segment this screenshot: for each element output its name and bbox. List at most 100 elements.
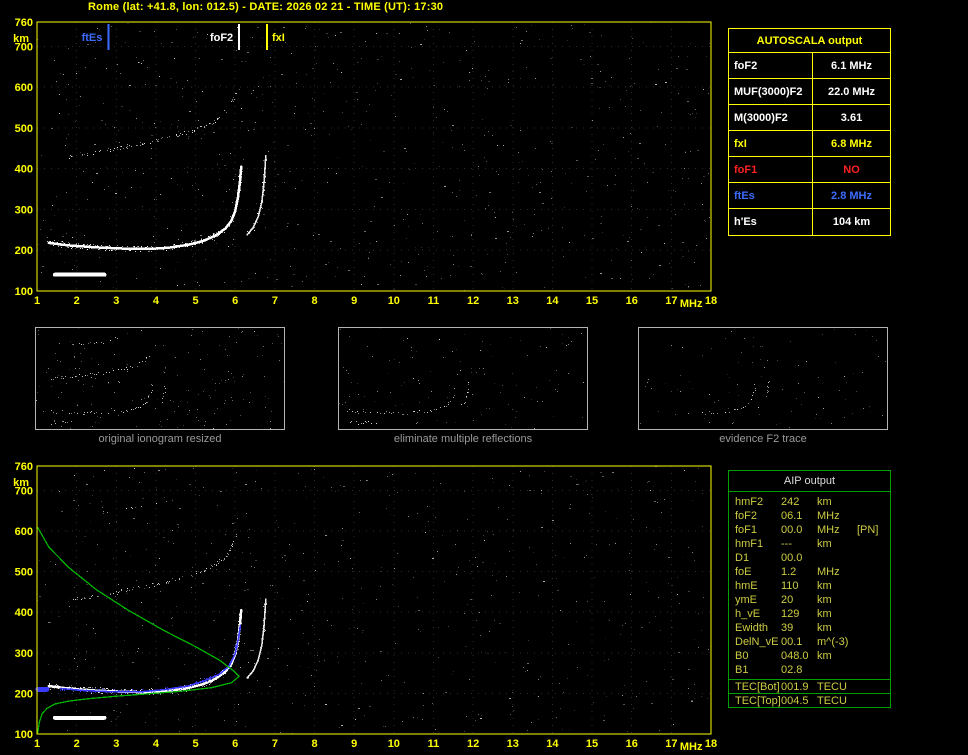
aip-cell-val: 20 xyxy=(781,594,794,606)
x-tick-label: 6 xyxy=(232,295,238,307)
autoscala-param-value: 6.1 MHz xyxy=(831,60,872,72)
autoscala-param-value: 2.8 MHz xyxy=(831,190,872,202)
autoscala-table-title: AUTOSCALA output xyxy=(729,29,890,53)
aip-cell-extra xyxy=(857,635,890,649)
x-tick-label: 16 xyxy=(626,738,638,750)
aip-cell-extra xyxy=(857,593,890,607)
x-tick-label: 4 xyxy=(153,295,160,307)
aip-cell-unit: km xyxy=(817,580,832,592)
marker-ftEs-label: ftEs xyxy=(82,32,103,44)
autoscala-table-rows: foF2 6.1 MHz MUF(3000)F2 22.0 MHz M(3000)F2 3… xyxy=(729,53,890,235)
aip-cell-label: TEC[Top] xyxy=(735,695,781,707)
x-tick-label: 1 xyxy=(34,295,40,307)
aip-cell-extra: [PN] xyxy=(857,524,879,536)
aip-cell-val: 02.8 xyxy=(781,664,803,676)
aip-cell-unit: km xyxy=(817,538,832,550)
autoscala-row-fxI: fxI 6.8 MHz xyxy=(729,131,890,157)
x-tick-label: 14 xyxy=(546,738,559,750)
aip-cell-label: ymE xyxy=(735,594,757,606)
autoscala-param-label: M(3000)F2 xyxy=(729,105,813,130)
x-tick-label: 13 xyxy=(507,295,519,307)
ionogram-bottom-plot: 1 2 3 4 5 6 7 8 9 10 11 12 13 14 15 16 17 18MHz1002003004… xyxy=(0,452,726,755)
aip-cell-val: 048.0 xyxy=(781,650,809,662)
aip-row-foF1: foF1 00.0 MHz [PN] xyxy=(729,523,890,537)
autoscala-row-foF1: foF1 NO xyxy=(729,157,890,183)
x-tick-label: 6 xyxy=(232,738,238,750)
autoscala-param-value: 104 km xyxy=(832,216,871,228)
aip-row-hmF2: hmF2 242 km xyxy=(729,495,890,509)
y-tick-label: 500 xyxy=(15,123,33,135)
y-tick-label: 760 xyxy=(15,461,33,473)
x-tick-label: 9 xyxy=(351,738,357,750)
aip-cell-extra xyxy=(857,509,890,523)
y-tick-label: 300 xyxy=(15,204,33,216)
autoscala-param-label: foF2 xyxy=(729,53,813,78)
x-tick-label: 5 xyxy=(193,738,199,750)
y-tick-label: 400 xyxy=(15,607,33,619)
thumbnail-original-canvas xyxy=(36,328,284,429)
aip-cell-label: foF1 xyxy=(735,524,758,536)
aip-cell-extra xyxy=(857,694,890,707)
aip-cell-val: 110 xyxy=(781,580,799,592)
aip-cell-val: 39 xyxy=(781,622,794,634)
x-tick-label: 5 xyxy=(193,295,199,307)
x-axis-unit-label: MHz xyxy=(680,298,703,310)
aip-row-foE: foE 1.2 MHz xyxy=(729,565,890,579)
x-tick-label: 15 xyxy=(586,738,598,750)
aip-cell-extra xyxy=(857,680,890,693)
x-tick-label: 14 xyxy=(546,295,559,307)
x-tick-label: 16 xyxy=(626,295,638,307)
x-tick-label: 12 xyxy=(467,295,479,307)
x-tick-label: 18 xyxy=(705,738,717,750)
x-tick-label: 17 xyxy=(665,295,677,307)
aip-cell-unit: km xyxy=(817,650,832,662)
autoscala-param-label: fxI xyxy=(729,131,813,156)
aip-cell-extra xyxy=(857,537,890,551)
autoscala-param-label: MUF(3000)F2 xyxy=(729,79,813,104)
thumbnail-caption-evidence: evidence F2 trace xyxy=(719,433,807,445)
y-tick-label: 100 xyxy=(15,286,33,298)
x-tick-label: 8 xyxy=(311,295,317,307)
x-tick-label: 3 xyxy=(113,295,119,307)
aip-cell-val: 00.0 xyxy=(781,552,803,564)
aip-cell-unit: TECU xyxy=(817,695,847,707)
aip-cell-unit: km xyxy=(817,608,832,620)
aip-cell-extra xyxy=(857,607,890,621)
aip-row-DelN_vE: DelN_vE 00.1 m^(-3) xyxy=(729,635,890,649)
autoscala-row-foF2: foF2 6.1 MHz xyxy=(729,53,890,79)
aip-cell-unit: MHz xyxy=(817,510,840,522)
y-tick-label: 760 xyxy=(15,17,33,29)
aip-cell-label: DelN_vE xyxy=(735,636,779,648)
ionogram-top-plot: 1 2 3 4 5 6 7 8 9 10 11 12 13 14 15 16 17 18MHz1002003004… xyxy=(0,14,726,326)
y-tick-label: 600 xyxy=(15,82,33,94)
aip-output-table: AIP output hmF2 242 km foF2 06.1 MHz foF1 00.0 M… xyxy=(728,470,891,708)
aip-cell-unit: TECU xyxy=(817,681,847,693)
aip-row-ymE: ymE 20 km xyxy=(729,593,890,607)
autoscala-row-ftEs: ftEs 2.8 MHz xyxy=(729,183,890,209)
x-tick-label: 11 xyxy=(428,295,440,307)
aip-row-h_vE: h_vE 129 km xyxy=(729,607,890,621)
autoscala-row-MUF(3000)F2: MUF(3000)F2 22.0 MHz xyxy=(729,79,890,105)
x-tick-label: 7 xyxy=(272,738,278,750)
aip-cell-unit: km xyxy=(817,496,832,508)
x-tick-label: 15 xyxy=(586,295,598,307)
y-tick-label: 100 xyxy=(15,729,33,741)
x-tick-label: 10 xyxy=(388,738,400,750)
aip-cell-val: 00.0 xyxy=(781,524,803,536)
aip-row-Ewidth: Ewidth 39 km xyxy=(729,621,890,635)
autoscala-param-value: 6.8 MHz xyxy=(831,138,872,150)
thumbnail-caption-eliminate: eliminate multiple reflections xyxy=(393,433,533,445)
marker-foF2-label: foF2 xyxy=(210,32,233,44)
aip-row-TEC[Top]: TEC[Top] 004.5 TECU xyxy=(729,693,890,707)
aip-cell-val: 1.2 xyxy=(781,566,797,578)
autoscala-screen: Rome (lat: +41.8, lon: 012.5) - DATE: 20… xyxy=(0,0,968,755)
y-axis-unit-label: km xyxy=(13,33,29,45)
autoscala-row-h'Es: h'Es 104 km xyxy=(729,209,890,235)
y-tick-label: 300 xyxy=(15,648,33,660)
autoscala-output-table: AUTOSCALA output foF2 6.1 MHz MUF(3000)F2 2… xyxy=(728,28,891,236)
x-tick-label: 2 xyxy=(74,295,80,307)
x-tick-label: 12 xyxy=(467,738,479,750)
autoscala-param-value: 3.61 xyxy=(840,112,863,124)
aip-cell-extra xyxy=(857,551,890,565)
aip-cell-unit xyxy=(817,663,857,677)
